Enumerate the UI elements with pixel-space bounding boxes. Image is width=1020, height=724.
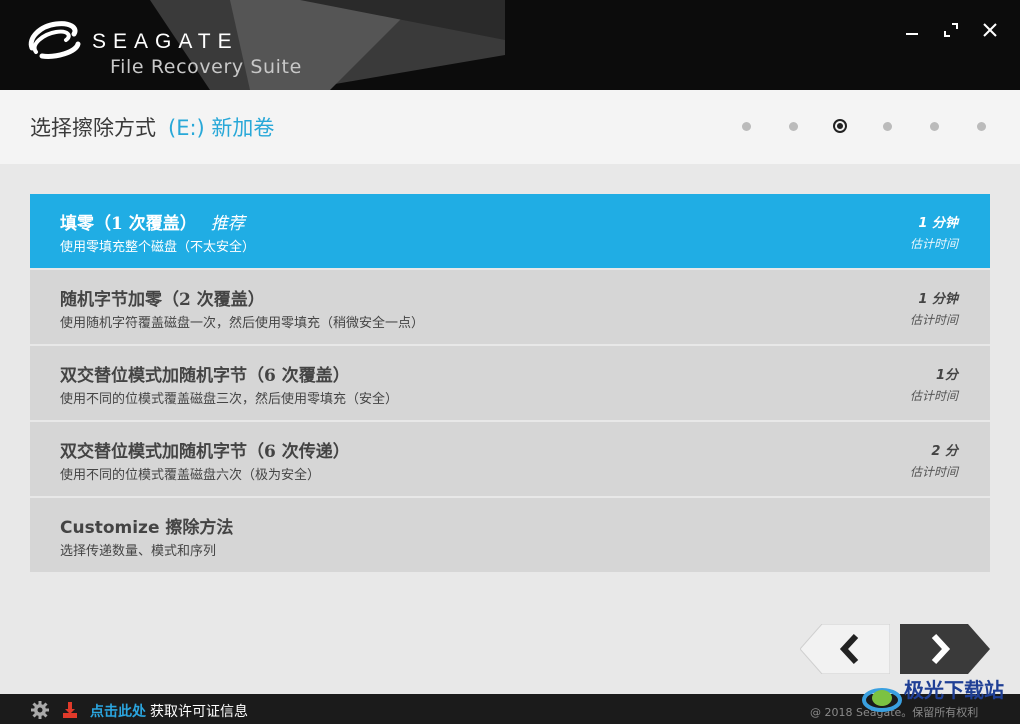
option-description: 选择传递数量、模式和序列 xyxy=(60,544,217,559)
app-header: SEAGATE File Recovery Suite xyxy=(0,0,1020,90)
next-button[interactable] xyxy=(900,624,990,674)
download-icon[interactable] xyxy=(60,700,80,720)
seagate-logo-icon xyxy=(28,21,81,59)
option-zero-fill[interactable]: 填零（1 次覆盖） 推荐 使用零填充整个磁盘（不太安全） 1 分钟 估计时间 xyxy=(30,194,990,268)
recommended-tag: 推荐 xyxy=(210,214,245,234)
page-title-text: 选择擦除方式 xyxy=(30,116,156,140)
close-button[interactable] xyxy=(978,18,1002,42)
license-info-text: 获取许可证信息 xyxy=(150,704,248,720)
step-dot-4[interactable] xyxy=(883,122,892,131)
option-time: 1分 xyxy=(935,368,958,383)
minimize-button[interactable] xyxy=(900,18,924,42)
minimize-icon xyxy=(906,33,918,35)
option-description: 使用零填充整个磁盘（不太安全） xyxy=(60,240,256,255)
option-alternating-6-pass[interactable]: 双交替位模式加随机字节（6 次传递） 使用不同的位模式覆盖磁盘六次（极为安全） … xyxy=(30,422,990,496)
option-description: 使用不同的位模式覆盖磁盘三次，然后使用零填充（安全） xyxy=(60,392,399,407)
option-time-label: 估计时间 xyxy=(909,313,958,327)
option-title: 填零（1 次覆盖） 推荐 xyxy=(60,214,245,234)
step-dot-5[interactable] xyxy=(930,122,939,131)
close-icon xyxy=(983,23,997,37)
watermark-logo-icon xyxy=(862,688,902,712)
option-time-label: 估计时间 xyxy=(909,237,958,251)
step-indicator xyxy=(730,116,1000,136)
wipe-method-list: 填零（1 次覆盖） 推荐 使用零填充整个磁盘（不太安全） 1 分钟 估计时间 随机… xyxy=(30,194,990,574)
option-random-plus-zero[interactable]: 随机字节加零（2 次覆盖） 使用随机字符覆盖磁盘一次，然后使用零填充（稍微安全一… xyxy=(30,270,990,344)
option-time: 1 分钟 xyxy=(918,292,958,307)
watermark: 极光下载站 xyxy=(860,670,1020,724)
license-link[interactable]: 点击此处 xyxy=(90,701,146,721)
option-title: 随机字节加零（2 次覆盖） xyxy=(60,290,265,310)
brand-name: SEAGATE xyxy=(92,30,239,53)
option-title: 双交替位模式加随机字节（6 次覆盖） xyxy=(60,366,350,386)
watermark-text: 极光下载站 xyxy=(904,678,1004,702)
settings-gear-icon[interactable] xyxy=(30,700,50,720)
option-time: 2 分 xyxy=(931,444,958,459)
option-time-label: 估计时间 xyxy=(909,389,958,403)
product-name: File Recovery Suite xyxy=(110,56,302,78)
maximize-button[interactable] xyxy=(939,18,963,42)
step-dot-2[interactable] xyxy=(789,122,798,131)
option-alternating-6-overwrite[interactable]: 双交替位模式加随机字节（6 次覆盖） 使用不同的位模式覆盖磁盘三次，然后使用零填… xyxy=(30,346,990,420)
option-description: 使用不同的位模式覆盖磁盘六次（极为安全） xyxy=(60,468,321,483)
option-title: 双交替位模式加随机字节（6 次传递） xyxy=(60,442,350,462)
option-time: 1 分钟 xyxy=(918,216,958,231)
drive-label: (E:) 新加卷 xyxy=(168,116,275,140)
back-button[interactable] xyxy=(800,624,890,674)
step-dot-6[interactable] xyxy=(977,122,986,131)
option-title: Customize 擦除方法 xyxy=(60,518,234,538)
page-title: 选择擦除方式 (E:) 新加卷 xyxy=(30,112,274,142)
step-dot-1[interactable] xyxy=(742,122,751,131)
step-dot-3-current[interactable] xyxy=(833,119,847,133)
option-time-label: 估计时间 xyxy=(909,465,958,479)
option-description: 使用随机字符覆盖磁盘一次，然后使用零填充（稍微安全一点） xyxy=(60,316,425,331)
maximize-icon xyxy=(944,23,958,37)
option-customize[interactable]: Customize 擦除方法 选择传递数量、模式和序列 xyxy=(30,498,990,572)
